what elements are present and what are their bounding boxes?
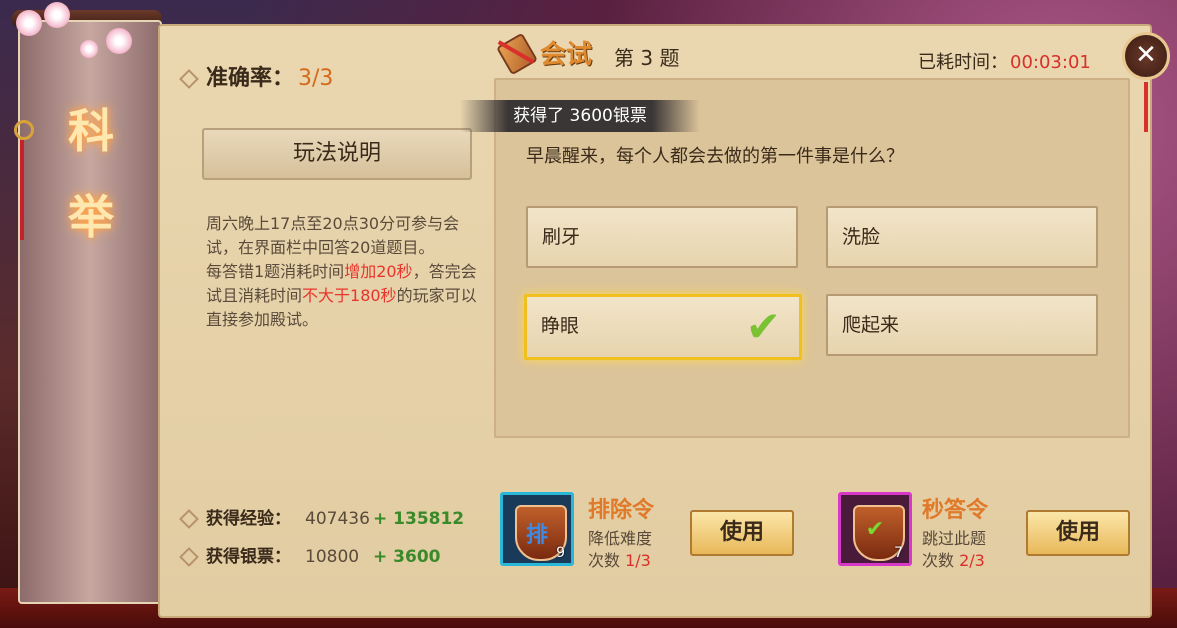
accuracy-value: 3/3 — [298, 66, 334, 91]
instant-answer-token-desc: 跳过此题 次数 2/3 — [922, 528, 986, 572]
silver-value: 10800 — [305, 547, 360, 567]
close-button[interactable]: ✕ — [1122, 32, 1170, 80]
silver-label: 获得银票： — [206, 547, 291, 567]
keju-side-scroll: 科 举 — [10, 0, 162, 610]
rules-paragraph: 周六晚上17点至20点30分可参与会试，在界面栏中回答20道题目。 — [206, 214, 460, 257]
instant-answer-token-icon[interactable]: ✔ 7 — [838, 492, 912, 566]
option-label: 睁眼 — [541, 315, 580, 337]
token-uses: 次数 2/3 — [922, 550, 986, 572]
keju-title-char: 科 — [68, 104, 114, 158]
question-text: 早晨醒来，每个人都会去做的第一件事是什么？ — [526, 146, 904, 167]
eliminate-token-icon[interactable]: 排 9 — [500, 492, 574, 566]
token-count: 7 — [894, 545, 903, 561]
rules-highlight: 不大于180秒 — [302, 286, 397, 305]
rules-button[interactable]: 玩法说明 — [202, 128, 472, 180]
exam-scroll-icon — [496, 30, 538, 76]
rules-paragraph: 每答错1题消耗时间增加20秒，答完会试且消耗时间不大于180秒的玩家可以直接参加… — [206, 260, 478, 332]
answer-option-b[interactable]: 洗脸 — [826, 206, 1098, 268]
exp-value: 407436 — [305, 509, 370, 529]
answer-option-c[interactable]: 睁眼 ✔ — [524, 294, 802, 360]
exp-label: 获得经验： — [206, 509, 291, 529]
close-tassel — [1144, 82, 1148, 132]
uses-value: 1/3 — [625, 551, 651, 570]
diamond-bullet-icon — [179, 547, 199, 567]
option-label: 爬起来 — [842, 314, 900, 336]
use-eliminate-button[interactable]: 使用 — [690, 510, 794, 556]
diamond-bullet-icon — [179, 509, 199, 529]
rules-description: 周六晚上17点至20点30分可参与会试，在界面栏中回答20道题目。 每答错1题消… — [206, 212, 478, 332]
close-icon: ✕ — [1135, 40, 1157, 70]
coin-charm-icon — [14, 120, 34, 140]
instant-answer-token-name: 秒答令 — [922, 498, 989, 523]
diamond-bullet-icon — [179, 69, 199, 89]
answer-option-a[interactable]: 刷牙 — [526, 206, 798, 268]
elapsed-time: 已耗时间： 00:03:01 — [918, 48, 1091, 74]
correct-check-icon: ✔ — [745, 302, 781, 351]
question-number: 第 3 题 — [614, 46, 680, 70]
uses-label: 次数 — [922, 551, 955, 570]
plum-blossom-icon — [106, 28, 132, 54]
silver-gain: + 3600 — [373, 547, 441, 567]
tassel-rope — [20, 140, 24, 240]
reward-toast: 获得了 3600银票 — [460, 100, 700, 132]
use-instant-answer-button[interactable]: 使用 — [1026, 510, 1130, 556]
accuracy-row: 准确率： 3/3 — [179, 60, 334, 92]
plum-blossom-icon — [44, 2, 70, 28]
keju-title: 科 举 — [68, 88, 168, 260]
token-desc: 跳过此题 — [922, 529, 987, 548]
exp-gain: + 135812 — [373, 509, 465, 529]
plum-blossom-icon — [80, 40, 98, 58]
option-label: 洗脸 — [842, 226, 881, 248]
token-count: 9 — [556, 545, 565, 561]
exp-row: 获得经验： 407436 + 135812 — [179, 504, 465, 529]
plum-blossom-icon — [16, 10, 42, 36]
token-glyph: ✔ — [865, 517, 885, 542]
exam-title: 会试 — [540, 40, 593, 70]
token-uses: 次数 1/3 — [588, 550, 652, 572]
eliminate-token-name: 排除令 — [588, 498, 655, 523]
elapsed-label: 已耗时间： — [918, 52, 1008, 73]
token-desc: 降低难度 — [588, 529, 653, 548]
uses-value: 2/3 — [959, 551, 985, 570]
silver-row: 获得银票： 10800 + 3600 — [179, 542, 441, 567]
accuracy-label: 准确率： — [206, 66, 295, 91]
uses-label: 次数 — [588, 551, 621, 570]
elapsed-value: 00:03:01 — [1010, 52, 1091, 73]
rules-highlight: 增加20秒 — [344, 262, 413, 281]
keju-title-char: 举 — [68, 190, 114, 244]
option-label: 刷牙 — [542, 226, 581, 248]
answer-option-d[interactable]: 爬起来 — [826, 294, 1098, 356]
eliminate-token-desc: 降低难度 次数 1/3 — [588, 528, 652, 572]
rules-text: 每答错1题消耗时间 — [206, 262, 345, 281]
